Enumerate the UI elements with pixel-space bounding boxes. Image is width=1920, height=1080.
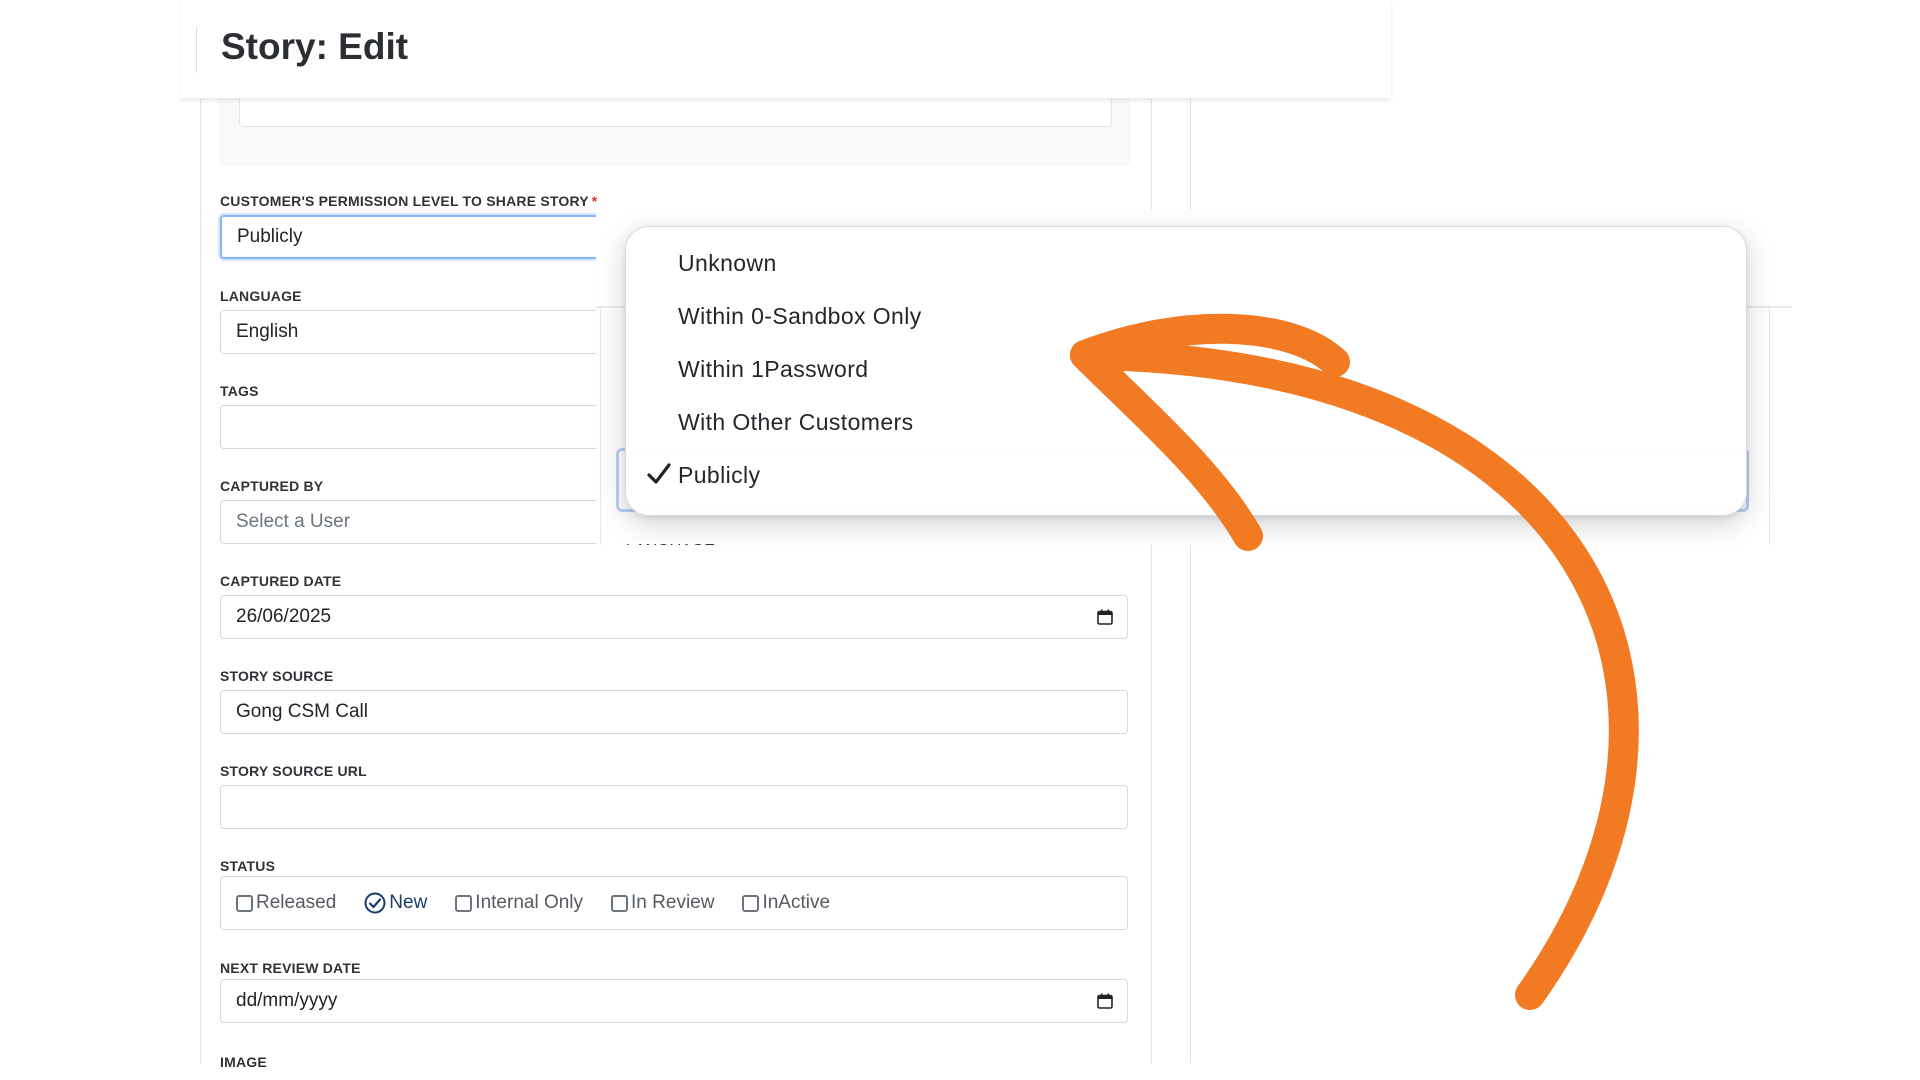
- status-option-label: Released: [256, 892, 337, 913]
- checkbox-icon[interactable]: [236, 894, 253, 912]
- story-source-input[interactable]: Gong CSM Call: [220, 690, 1128, 734]
- language-select-value: English: [236, 321, 299, 342]
- language-label: LANGUAGE: [220, 288, 302, 304]
- checkbox-icon[interactable]: [611, 894, 629, 912]
- dropdown-option-with-other-customers[interactable]: With Other Customers: [678, 409, 914, 436]
- checkmark-icon: [647, 463, 671, 484]
- image-label: IMAGE: [220, 1054, 267, 1070]
- status-option-label: Internal Only: [475, 892, 584, 913]
- story-source-url-label: STORY SOURCE URL: [220, 763, 367, 779]
- tags-label: TAGS: [220, 383, 259, 399]
- next-review-date-label: NEXT REVIEW DATE: [220, 960, 361, 976]
- status-option-inactive[interactable]: InActive: [742, 892, 830, 914]
- story-source-label: STORY SOURCE: [220, 668, 334, 684]
- checkbox-icon[interactable]: [455, 894, 473, 912]
- status-option-new[interactable]: New: [364, 892, 427, 914]
- status-option-internal-only[interactable]: Internal Only: [455, 892, 583, 914]
- zoom-right-border: [1769, 306, 1770, 545]
- status-option-released[interactable]: Released: [236, 892, 336, 914]
- captured-date-label: CAPTURED DATE: [220, 573, 342, 589]
- next-review-date-value: dd/mm/yyyy: [236, 990, 338, 1011]
- story-source-value: Gong CSM Call: [236, 701, 368, 722]
- previous-field-group: [219, 98, 1131, 166]
- dropdown-option-within-1password[interactable]: Within 1Password: [678, 356, 868, 383]
- checkbox-icon[interactable]: [742, 894, 760, 912]
- page-header: Story: Edit: [181, 0, 1391, 98]
- status-label: STATUS: [220, 858, 276, 874]
- header-divider: [196, 27, 197, 73]
- page-title: Story: Edit: [221, 26, 409, 67]
- check-circle-icon[interactable]: [364, 892, 386, 914]
- permission-dropdown-menu: Unknown Within 0-Sandbox Only Within 1Pa…: [625, 226, 1747, 516]
- status-group: Released New Internal Only In Review InA…: [220, 876, 1128, 930]
- card-left-border: [200, 98, 201, 1063]
- captured-by-label: CAPTURED BY: [220, 478, 324, 494]
- calendar-icon[interactable]: [1097, 609, 1113, 625]
- required-mark: *: [591, 193, 598, 209]
- captured-by-placeholder: Select a User: [236, 511, 351, 532]
- permission-label: CUSTOMER'S PERMISSION LEVEL TO SHARE STO…: [220, 193, 598, 209]
- story-source-url-input[interactable]: [220, 785, 1128, 829]
- status-option-label: In Review: [631, 892, 715, 913]
- next-review-date-input[interactable]: dd/mm/yyyy: [220, 979, 1128, 1023]
- calendar-icon[interactable]: [1097, 993, 1113, 1009]
- dropdown-option-publicly[interactable]: Publicly: [678, 462, 760, 489]
- dropdown-option-within-0-sandbox-only[interactable]: Within 0-Sandbox Only: [678, 303, 922, 330]
- status-option-label: InActive: [762, 892, 831, 913]
- zoom-language-label-fragment: LANGUAGE: [626, 542, 726, 545]
- status-option-in-review[interactable]: In Review: [611, 892, 714, 914]
- status-option-label: New: [389, 892, 428, 913]
- zoom-left-border: [600, 306, 601, 545]
- captured-date-value: 26/06/2025: [236, 606, 332, 627]
- permission-select-value: Publicly: [237, 226, 303, 247]
- dropdown-option-unknown[interactable]: Unknown: [678, 250, 777, 277]
- captured-date-input[interactable]: 26/06/2025: [220, 595, 1128, 639]
- previous-field-input[interactable]: [239, 98, 1112, 127]
